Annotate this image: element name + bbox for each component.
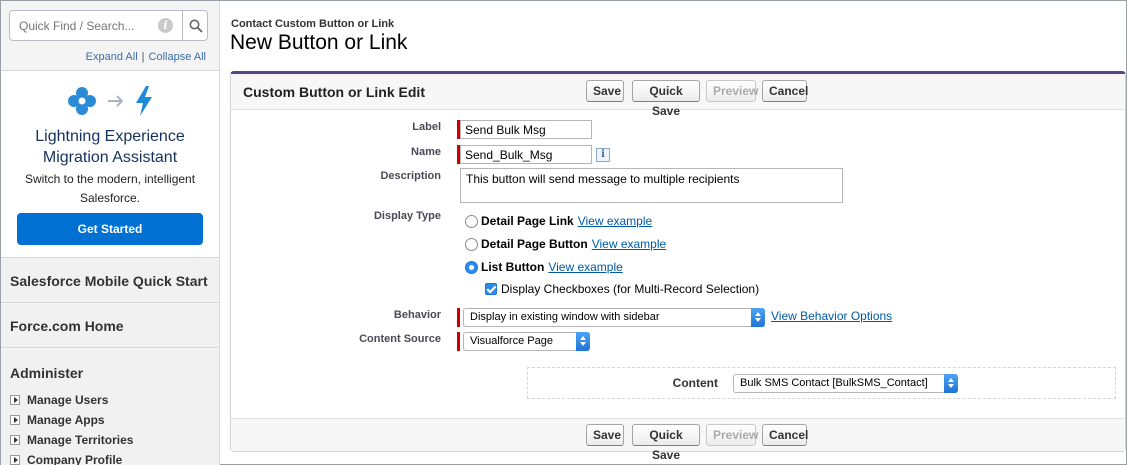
sidebar-item-manage-territories[interactable]: Manage Territories	[10, 433, 133, 447]
display-option-list-button[interactable]: List Button View example	[465, 260, 623, 274]
sidebar-item-manage-apps[interactable]: Manage Apps	[10, 413, 105, 427]
quick-find-box: i	[9, 10, 208, 41]
behavior-label: Behavior	[393, 309, 441, 321]
save-button[interactable]: Save	[586, 80, 624, 102]
breadcrumb: Contact Custom Button or Link	[231, 18, 395, 30]
behavior-select-value: Display in existing window with sidebar	[470, 311, 660, 323]
expand-all-link[interactable]: Expand All	[86, 51, 138, 63]
content-source-label: Content Source	[359, 333, 441, 345]
sidebar-item-manage-users[interactable]: Manage Users	[10, 393, 108, 407]
preview-button: Preview	[706, 80, 758, 102]
display-option-detail-page-link[interactable]: Detail Page Link View example	[465, 214, 652, 228]
view-example-link[interactable]: View example	[592, 237, 666, 251]
quick-save-button[interactable]: Quick Save	[632, 80, 700, 118]
content-select-value: Bulk SMS Contact [BulkSMS_Contact]	[740, 377, 928, 389]
separator: |	[141, 51, 145, 63]
preview-button: Preview	[706, 424, 758, 446]
info-icon[interactable]: i	[158, 18, 173, 33]
quick-find-input[interactable]	[10, 11, 180, 40]
page-title: New Button or Link	[230, 31, 408, 54]
label-input[interactable]	[460, 120, 592, 139]
administer-title: Administer	[10, 365, 84, 381]
expand-triangle-icon[interactable]	[10, 455, 20, 465]
checkbox-label: Display Checkboxes (for Multi-Record Sel…	[501, 282, 760, 296]
sidebar: i Expand All| Collapse All	[1, 1, 220, 465]
content-source-select[interactable]: Visualforce Page	[463, 332, 590, 351]
expand-triangle-icon[interactable]	[10, 415, 20, 425]
display-checkboxes-option[interactable]: Display Checkboxes (for Multi-Record Sel…	[485, 282, 759, 296]
expand-triangle-icon[interactable]	[10, 395, 20, 405]
sidebar-section-mobile-quick-start[interactable]: Salesforce Mobile Quick Start	[1, 259, 219, 303]
sidebar-item-company-profile[interactable]: Company Profile	[10, 453, 122, 465]
sidebar-section-force-home[interactable]: Force.com Home	[1, 304, 219, 348]
required-indicator	[457, 308, 460, 327]
quick-save-button[interactable]: Quick Save	[632, 424, 700, 462]
sidebar-item-label: Manage Territories	[27, 433, 134, 447]
expand-collapse-links: Expand All | Collapse All	[86, 51, 206, 63]
panel-footer: Save Quick Save Preview Cancel	[231, 418, 1125, 462]
radio-button[interactable]	[465, 214, 478, 228]
flower-icon	[68, 87, 96, 115]
lightning-bolt-icon	[136, 86, 152, 116]
expand-triangle-icon[interactable]	[10, 435, 20, 445]
radio-button-selected[interactable]	[465, 260, 478, 274]
content-source-select-value: Visualforce Page	[470, 335, 553, 347]
migration-icons	[1, 84, 219, 118]
radio-label: Detail Page Button	[481, 237, 588, 251]
migration-title: Lightning Experience Migration Assistant	[1, 126, 219, 168]
sidebar-item-label: Manage Users	[27, 393, 109, 407]
view-example-link[interactable]: View example	[548, 260, 622, 274]
radio-label: List Button	[481, 260, 545, 274]
cancel-button[interactable]: Cancel	[762, 80, 808, 102]
name-input[interactable]	[460, 145, 592, 164]
behavior-select[interactable]: Display in existing window with sidebar	[463, 308, 765, 327]
cancel-button[interactable]: Cancel	[762, 424, 808, 446]
save-button[interactable]: Save	[586, 424, 624, 446]
migration-subtitle: Switch to the modern, intelligent Salesf…	[24, 172, 196, 205]
panel-header: Custom Button or Link Edit Save Quick Sa…	[231, 74, 1125, 118]
required-indicator	[457, 145, 592, 164]
select-arrows-icon	[576, 332, 590, 351]
search-button[interactable]	[182, 10, 209, 41]
info-icon[interactable]: i	[596, 148, 610, 162]
edit-panel: Custom Button or Link Edit Save Quick Sa…	[230, 71, 1126, 462]
radio-label: Detail Page Link	[481, 214, 574, 228]
content-box: Content Bulk SMS Contact [BulkSMS_Contac…	[527, 367, 1116, 399]
search-icon	[189, 19, 203, 33]
display-option-detail-page-button[interactable]: Detail Page Button View example	[465, 237, 666, 251]
get-started-button[interactable]: Get Started	[17, 213, 203, 245]
select-arrows-icon	[751, 308, 765, 327]
sidebar-item-label: Company Profile	[27, 453, 123, 465]
display-type-label: Display Type	[373, 210, 441, 222]
migration-title-line2: Migration Assistant	[42, 149, 178, 166]
description-field-label: Description	[380, 170, 441, 182]
sidebar-item-label: Manage Apps	[27, 413, 105, 427]
migration-assistant-card: Lightning Experience Migration Assistant…	[1, 70, 219, 258]
panel-title: Custom Button or Link Edit	[243, 84, 425, 100]
collapse-all-link[interactable]: Collapse All	[149, 51, 206, 63]
description-textarea[interactable]: This button will send message to multipl…	[460, 168, 843, 203]
view-example-link[interactable]: View example	[578, 214, 652, 228]
arrow-right-icon	[108, 95, 124, 107]
view-behavior-options-link[interactable]: View Behavior Options	[771, 309, 892, 323]
administer-section: Administer Manage Users Manage Apps Mana…	[1, 350, 219, 465]
radio-button[interactable]	[465, 237, 478, 251]
required-indicator	[457, 120, 592, 139]
migration-title-line1: Lightning Experience	[35, 128, 185, 145]
label-field-label: Label	[412, 121, 441, 133]
checkbox-checked[interactable]	[485, 283, 497, 295]
required-indicator	[457, 332, 460, 351]
content-select[interactable]: Bulk SMS Contact [BulkSMS_Contact]	[733, 374, 958, 393]
name-field-label: Name	[411, 146, 441, 158]
content-label: Content	[672, 376, 718, 390]
select-arrows-icon	[944, 374, 958, 393]
